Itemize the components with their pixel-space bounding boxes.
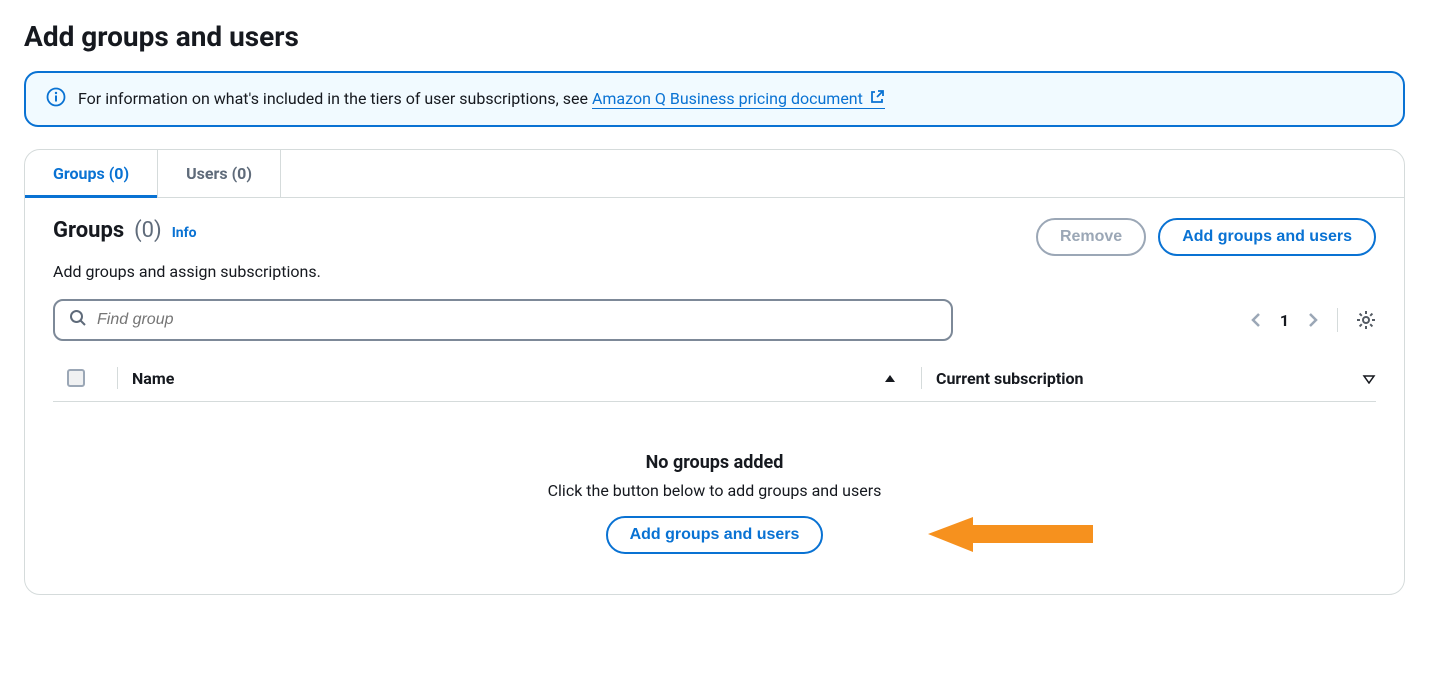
page-title: Add groups and users <box>24 20 1405 53</box>
tab-groups[interactable]: Groups (0) <box>25 150 158 197</box>
page-number: 1 <box>1280 311 1289 330</box>
next-page-button[interactable] <box>1307 311 1319 329</box>
select-all-checkbox[interactable] <box>67 369 85 387</box>
select-all-cell <box>53 369 103 387</box>
add-groups-users-button-empty[interactable]: Add groups and users <box>606 516 824 554</box>
empty-title: No groups added <box>53 452 1376 473</box>
prev-page-button[interactable] <box>1250 311 1262 329</box>
empty-description: Click the button below to add groups and… <box>53 481 1376 500</box>
info-icon <box>46 87 66 111</box>
callout-arrow-icon <box>923 507 1103 562</box>
column-header-subscription[interactable]: Current subscription <box>936 369 1376 388</box>
tab-users[interactable]: Users (0) <box>158 150 281 197</box>
divider <box>1337 308 1338 332</box>
info-prefix: For information on what's included in th… <box>78 89 592 108</box>
external-link-icon <box>869 90 885 109</box>
sort-desc-icon <box>1362 369 1376 388</box>
info-banner: For information on what's included in th… <box>24 71 1405 127</box>
sort-asc-icon <box>883 369 897 388</box>
info-link-label[interactable]: Info <box>172 225 197 241</box>
empty-state: No groups added Click the button below t… <box>53 402 1376 554</box>
column-divider <box>921 367 922 389</box>
column-header-name[interactable]: Name <box>132 369 907 388</box>
pricing-link[interactable]: Amazon Q Business pricing document <box>592 89 885 109</box>
panel-content: Groups (0) Info Remove Add groups and us… <box>25 198 1404 594</box>
panel-subtitle: Add groups and assign subscriptions. <box>53 262 1376 281</box>
column-subscription-label: Current subscription <box>936 369 1083 388</box>
table-settings-button[interactable] <box>1356 310 1376 330</box>
main-panel: Groups (0) Users (0) Groups (0) Info Rem… <box>24 149 1405 595</box>
column-name-label: Name <box>132 369 174 388</box>
column-divider <box>117 367 118 389</box>
search-pagination-row: 1 <box>53 299 1376 341</box>
info-banner-text: For information on what's included in th… <box>78 89 885 110</box>
panel-count: (0) <box>134 218 162 243</box>
table-header: Name Current subscription <box>53 357 1376 402</box>
panel-title: Groups <box>53 218 124 243</box>
remove-button[interactable]: Remove <box>1036 218 1146 256</box>
search-box[interactable] <box>53 299 953 341</box>
add-groups-users-button-top[interactable]: Add groups and users <box>1158 218 1376 256</box>
panel-header: Groups (0) Info Remove Add groups and us… <box>53 218 1376 256</box>
search-icon <box>69 309 87 331</box>
pagination: 1 <box>1250 308 1376 332</box>
panel-actions: Remove Add groups and users <box>1036 218 1376 256</box>
search-input[interactable] <box>97 311 937 329</box>
tabs: Groups (0) Users (0) <box>25 150 1404 198</box>
